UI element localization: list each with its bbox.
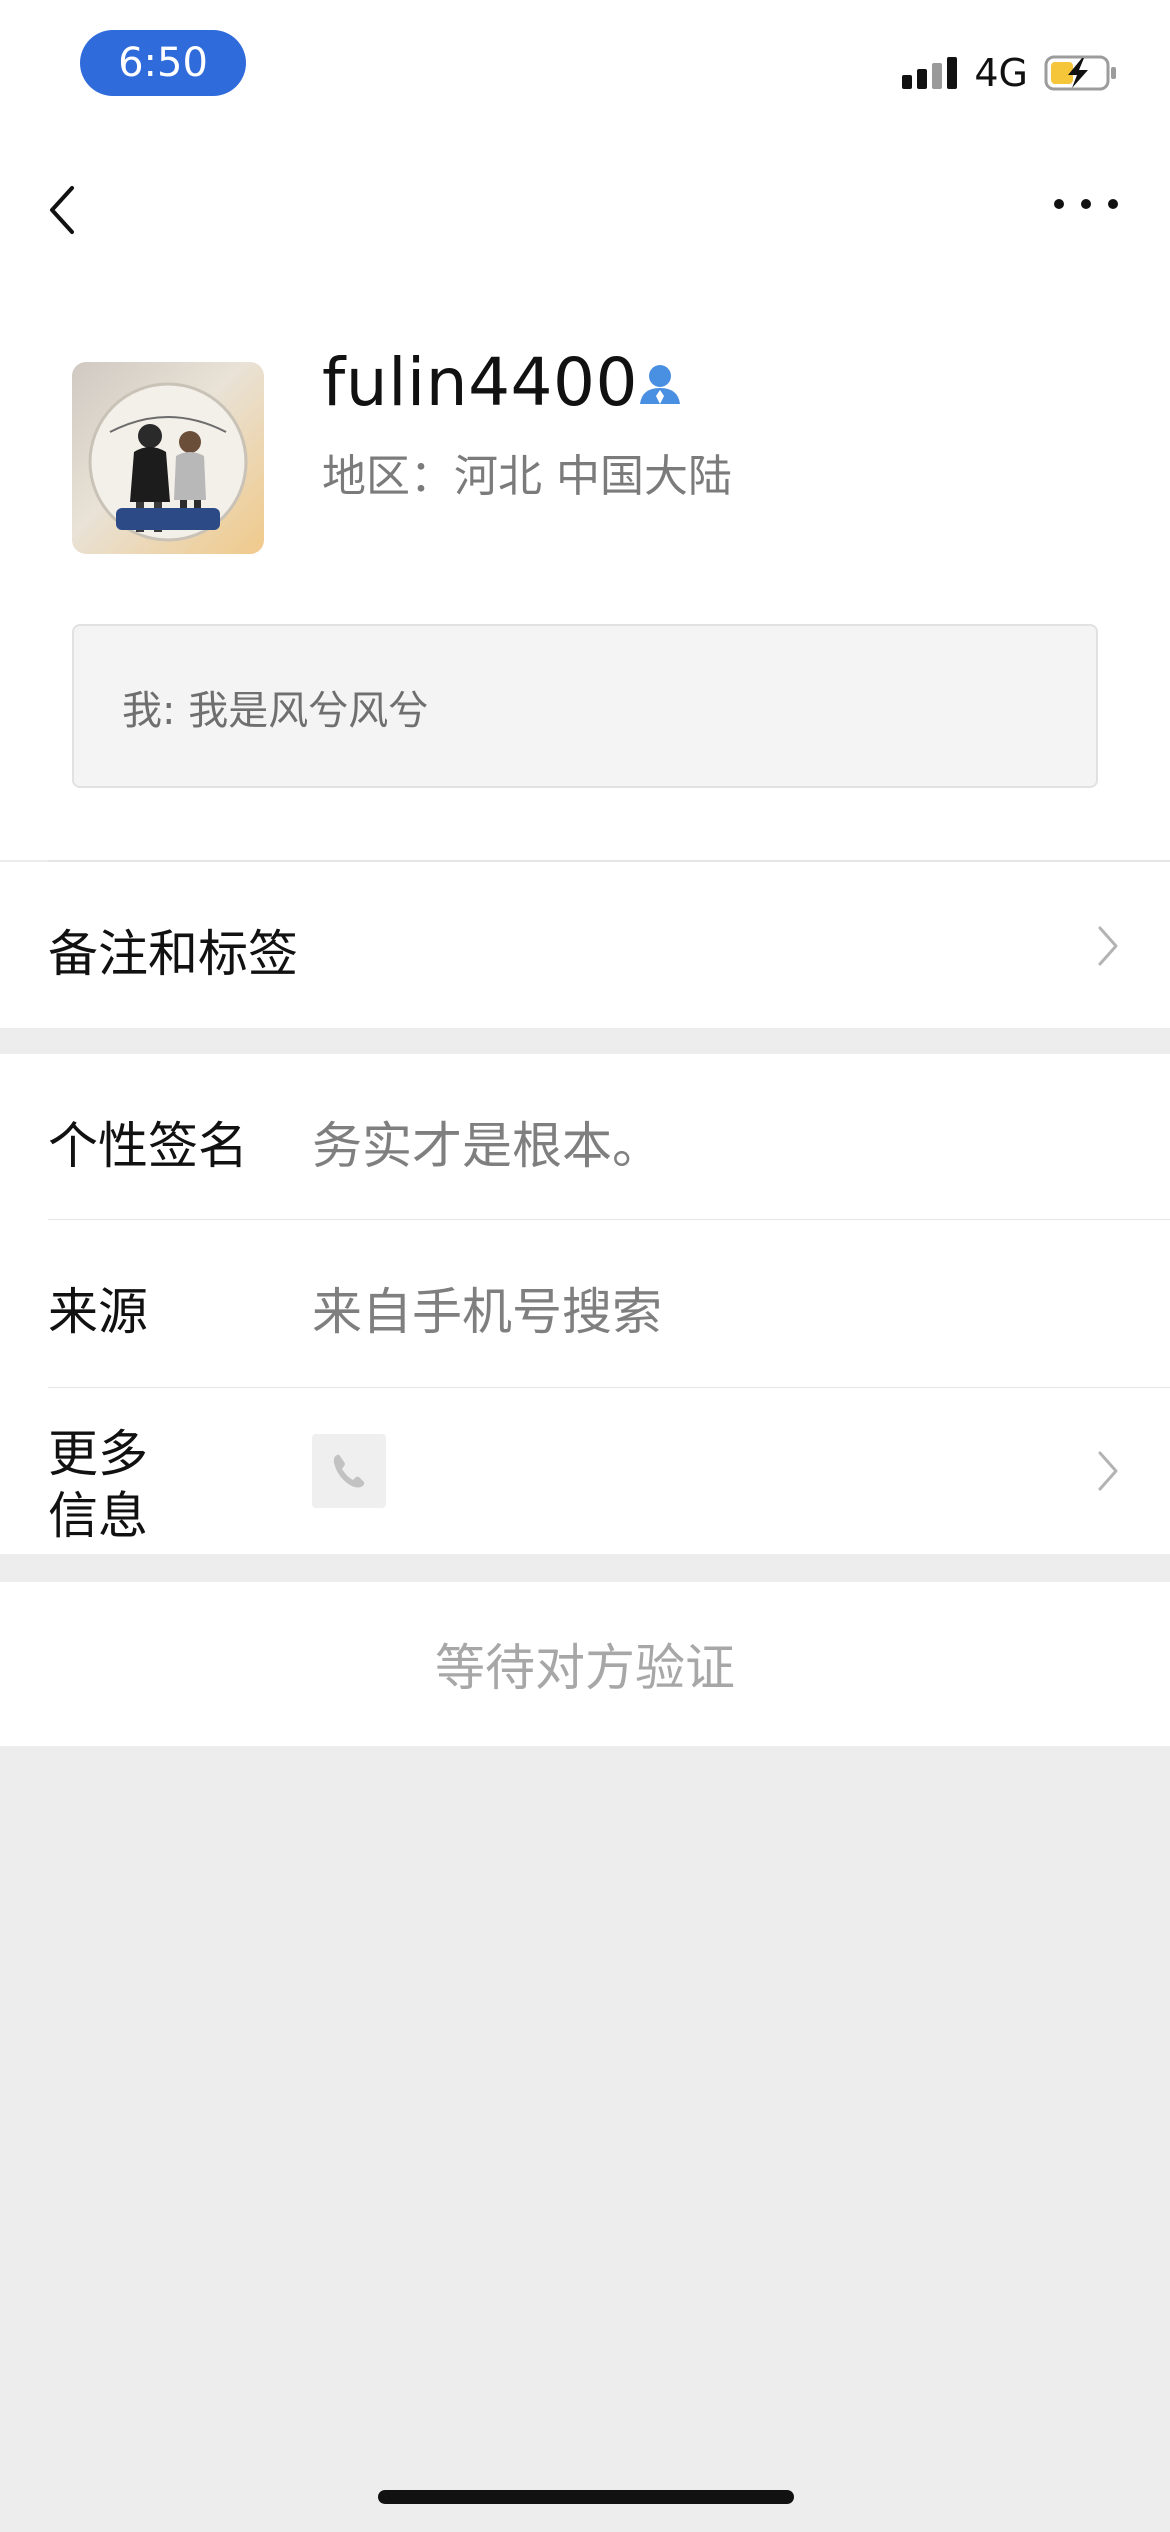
source-label: 来源 (48, 1283, 148, 1341)
region-text: 地区：河北 中国大陆 (322, 451, 732, 502)
remark-and-tags-row[interactable]: 备注和标签 (0, 862, 1170, 1028)
network-label: 4G (974, 51, 1028, 95)
chevron-right-icon (1098, 1451, 1118, 1491)
source-row: 来源 来自手机号搜索 (0, 1220, 1170, 1388)
signature-value: 务实才是根本。 (312, 1117, 662, 1175)
remark-label: 备注和标签 (48, 925, 298, 983)
profile-card: fulin4400 地区：河北 中国大陆 我: 我是风兮风兮 (0, 280, 1170, 860)
status-indicators: 4G (902, 48, 1118, 98)
signature-label: 个性签名 (48, 1117, 248, 1175)
nickname: fulin4400 (322, 344, 639, 421)
chevron-left-icon[interactable] (44, 180, 84, 240)
signal-icon (902, 53, 958, 93)
waiting-verification-row: 等待对方验证 (0, 1582, 1170, 1746)
chevron-right-icon (1098, 926, 1118, 966)
nav-bar (0, 130, 1170, 280)
home-indicator[interactable] (378, 2490, 794, 2504)
waiting-verification-text: 等待对方验证 (435, 1639, 735, 1697)
friend-request-message: 我: 我是风兮风兮 (122, 688, 429, 734)
source-value: 来自手机号搜索 (312, 1283, 662, 1341)
status-bar: 6:50 4G (0, 0, 1170, 130)
phone-icon (312, 1434, 386, 1508)
ellipsis-icon[interactable] (1054, 190, 1118, 218)
avatar[interactable] (72, 362, 264, 554)
battery-charging-icon (1044, 55, 1116, 91)
more-info-row[interactable]: 更多 信息 (0, 1388, 1170, 1554)
more-info-label-line2: 信息 (48, 1487, 148, 1545)
friend-request-message-box: 我: 我是风兮风兮 (72, 624, 1098, 788)
status-time[interactable]: 6:50 (80, 30, 246, 96)
contact-person-icon (640, 365, 680, 404)
signature-row: 个性签名 务实才是根本。 (0, 1054, 1170, 1220)
